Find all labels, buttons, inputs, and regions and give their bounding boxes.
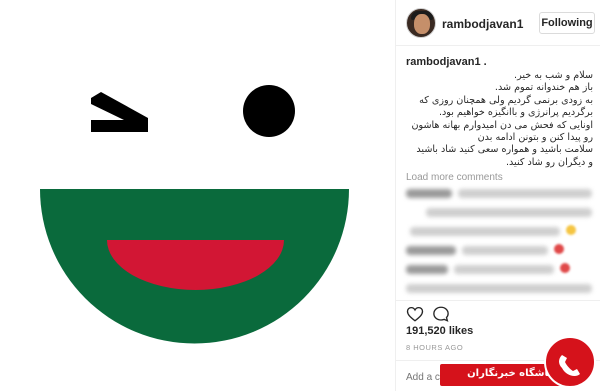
blurred-comment-text <box>410 227 560 236</box>
post-caption: rambodjavan1 . سلام و شب به خیر. باز هم … <box>396 56 600 169</box>
avatar-face <box>414 14 430 34</box>
comment-bubble-icon[interactable] <box>432 305 450 323</box>
comment-item <box>406 243 596 258</box>
caption-text: سلام و شب به خیر. باز هم خندوانه تموم شد… <box>406 70 593 169</box>
post-actions <box>396 300 600 324</box>
news-agency-watermark: باشگاه خبرنگاران <box>440 330 600 391</box>
comment-item <box>406 281 596 296</box>
blurred-comment-text <box>454 265 554 274</box>
emoji-icon <box>566 225 576 235</box>
caption-line: سلامت باشید و همواره سعی کنید شاد باشید <box>416 144 593 156</box>
caption-line: سلام و شب به خیر. <box>514 70 593 81</box>
phone-logo-icon <box>559 355 580 376</box>
following-button[interactable]: Following <box>539 12 595 34</box>
blurred-username <box>406 189 452 198</box>
instagram-post: rambodjavan1 Following rambodjavan1 . سل… <box>0 0 600 391</box>
emoji-icon <box>554 244 564 254</box>
blurred-comment-text <box>426 208 592 217</box>
round-eye <box>243 85 295 137</box>
post-image[interactable] <box>0 0 395 391</box>
caption-line: باز هم خندوانه تموم شد. <box>494 82 593 94</box>
caption-line: و دیگران رو شاد کنید. <box>505 156 593 168</box>
comment-item <box>406 205 596 220</box>
comment-item <box>406 262 596 277</box>
comment-item <box>406 224 596 239</box>
blurred-username <box>406 265 448 274</box>
blurred-comment-text <box>406 284 592 293</box>
winking-eye <box>91 92 148 132</box>
watermark-text: باشگاه خبرنگاران <box>467 368 552 379</box>
comments-list <box>406 186 596 300</box>
load-more-comments-link[interactable]: Load more comments <box>406 172 503 183</box>
caption-line: برگردیم پرانرژی و باانگیزه خواهیم بود. <box>438 107 593 119</box>
smiley-face-graphic <box>40 85 349 344</box>
blurred-username <box>406 246 456 255</box>
avatar[interactable] <box>406 8 436 38</box>
watermark-logo-icon <box>544 336 596 388</box>
blurred-comment-text <box>462 246 548 255</box>
post-header: rambodjavan1 Following <box>396 0 600 46</box>
caption-username[interactable]: rambodjavan1 . <box>406 56 593 70</box>
header-username[interactable]: rambodjavan1 <box>442 17 523 31</box>
emoji-icon <box>560 263 570 273</box>
blurred-comment-text <box>458 189 592 198</box>
caption-line: رو پیدا کنن و بتونن ادامه بدن <box>477 132 593 144</box>
heart-icon[interactable] <box>406 305 424 323</box>
caption-line: اونایی که فحش می دن امیدوارم بهانه هاشون <box>411 119 593 131</box>
comment-item <box>406 186 596 201</box>
caption-line: به زودی برنمی گردیم ولی همچنان روزی که <box>419 94 593 106</box>
